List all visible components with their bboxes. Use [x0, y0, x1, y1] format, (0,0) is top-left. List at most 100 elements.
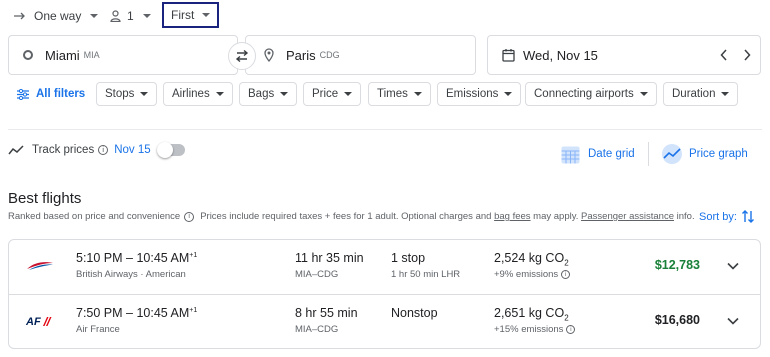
depart-time: 7:50 PM	[76, 306, 123, 320]
filter-chip-label: Duration	[672, 88, 716, 100]
track-prices-date: Nov 15	[114, 144, 151, 156]
all-filters-button[interactable]: All filters	[17, 82, 85, 106]
emissions-number: 2,524 kg CO	[494, 251, 565, 265]
arrive-time: 10:45 AM	[136, 306, 190, 320]
svg-text:AF: AF	[25, 316, 41, 328]
chevron-down-icon	[727, 317, 739, 325]
trend-line-icon	[8, 145, 24, 155]
emissions-value: 2,524 kg CO2	[494, 251, 569, 268]
chevron-down-icon	[142, 14, 151, 18]
cabin-class-select[interactable]: First	[162, 2, 219, 28]
origin-code: MIA	[83, 50, 100, 60]
swap-arrows-icon	[235, 50, 249, 62]
origin-circle-icon	[23, 50, 33, 60]
filter-chip-duration[interactable]: Duration	[663, 82, 739, 106]
chevron-right-icon	[744, 49, 751, 61]
emissions-value: 2,651 kg CO2	[494, 306, 569, 323]
price-note: Prices include required taxes + fees for…	[200, 211, 492, 222]
airline-name: British Airways · American	[76, 269, 186, 280]
british-airways-logo	[25, 258, 55, 274]
chevron-down-icon	[721, 92, 730, 96]
date-input[interactable]: Wed, Nov 15	[487, 35, 761, 75]
flight-duration: 8 hr 55 min	[295, 306, 358, 320]
trip-type-label: One way	[34, 9, 82, 23]
chevron-down-icon	[504, 92, 513, 96]
filter-chip-price[interactable]: Price	[303, 82, 362, 106]
emissions-delta: +15% emissions i	[494, 324, 581, 335]
emissions-delta-text: +15% emissions	[494, 324, 564, 335]
location-pin-icon	[264, 48, 274, 62]
day-offset: +1	[189, 306, 198, 314]
filter-chip-airlines[interactable]: Airlines	[163, 82, 233, 106]
emissions-delta: +9% emissions i	[494, 269, 576, 280]
track-prices-toggle[interactable]	[156, 142, 185, 158]
filter-chip-connecting-airports[interactable]: Connecting airports	[525, 82, 657, 106]
cabin-class-label: First	[171, 8, 195, 22]
chevron-down-icon	[280, 92, 289, 96]
info-icon[interactable]: i	[561, 270, 571, 279]
track-prices-label: Track prices	[32, 144, 95, 156]
air-france-logo: AF	[25, 313, 55, 329]
all-filters-label: All filters	[36, 88, 86, 100]
flight-results-list: 5:10 PM – 10:45 AM+1 British Airways · A…	[8, 239, 761, 349]
sort-by-label: Sort by:	[699, 210, 737, 223]
flight-stops: Nonstop	[391, 306, 438, 320]
filter-chip-bags[interactable]: Bags	[239, 82, 298, 106]
filter-chip-label: Connecting airports	[534, 88, 634, 100]
chevron-down-icon	[413, 92, 422, 96]
destination-input[interactable]: Paris CDG	[245, 35, 476, 75]
sort-by-button[interactable]: Sort by:	[699, 210, 754, 223]
trip-type-select[interactable]: One way	[14, 4, 99, 28]
day-offset: +1	[189, 251, 198, 259]
passenger-count: 1	[127, 9, 134, 23]
emissions-subscript: 2	[564, 258, 569, 268]
passenger-assistance-link[interactable]: Passenger assistance	[581, 211, 674, 222]
info-text: info.	[676, 211, 695, 222]
filter-sliders-icon	[17, 88, 29, 100]
emissions-number: 2,651 kg CO	[494, 306, 565, 320]
info-icon[interactable]: i	[566, 325, 576, 334]
bag-fees-link[interactable]: bag fees	[494, 211, 530, 222]
destination-city: Paris	[286, 47, 316, 63]
date-grid-icon	[561, 145, 580, 164]
may-apply-text: may apply.	[533, 211, 579, 222]
flight-price: $12,783	[654, 258, 700, 272]
emissions-delta-text: +9% emissions	[494, 269, 559, 280]
divider	[648, 142, 649, 166]
ranking-note: Ranked based on price and convenience i …	[8, 211, 695, 222]
next-date-button[interactable]	[743, 49, 751, 61]
chevron-down-icon	[727, 262, 739, 270]
filter-chip-label: Price	[312, 88, 339, 100]
flight-row-1[interactable]: AF 7:50 PM – 10:45 AM+1 Air France 8 hr …	[9, 295, 760, 349]
swap-button[interactable]	[228, 42, 256, 70]
chevron-left-icon	[720, 49, 727, 61]
expand-button[interactable]	[726, 314, 740, 328]
filter-chip-stops[interactable]: Stops	[96, 82, 158, 106]
origin-input[interactable]: Miami MIA	[8, 35, 238, 75]
filter-chip-label: Airlines	[172, 88, 210, 100]
info-icon[interactable]: i	[184, 211, 195, 222]
arrive-time: 10:45 AM	[136, 251, 190, 265]
arrow-right-icon	[14, 11, 26, 21]
previous-date-button[interactable]	[720, 49, 728, 61]
price-graph-icon	[661, 144, 683, 164]
origin-city: Miami	[45, 47, 80, 63]
filter-chip-times[interactable]: Times	[368, 82, 431, 106]
flight-row-0[interactable]: 5:10 PM – 10:45 AM+1 British Airways · A…	[9, 240, 760, 294]
flight-duration: 11 hr 35 min	[295, 251, 364, 265]
price-graph-button[interactable]: Price graph	[661, 142, 748, 166]
passengers-select[interactable]: 1	[110, 4, 151, 28]
airline-name: Air France	[76, 324, 120, 335]
date-grid-button[interactable]: Date grid	[561, 142, 635, 166]
filter-chip-emissions[interactable]: Emissions	[437, 82, 522, 106]
flight-stops: 1 stop	[391, 251, 426, 265]
expand-button[interactable]	[726, 259, 740, 273]
flight-times: 7:50 PM – 10:45 AM+1	[76, 306, 198, 320]
filter-chip-label: Times	[377, 88, 408, 100]
track-prices: Track prices i Nov 15	[8, 141, 185, 159]
chevron-down-icon	[90, 14, 99, 18]
chevron-down-icon	[215, 92, 224, 96]
info-icon[interactable]: i	[98, 145, 109, 155]
emissions-subscript: 2	[564, 313, 569, 323]
chevron-down-icon	[202, 13, 210, 17]
